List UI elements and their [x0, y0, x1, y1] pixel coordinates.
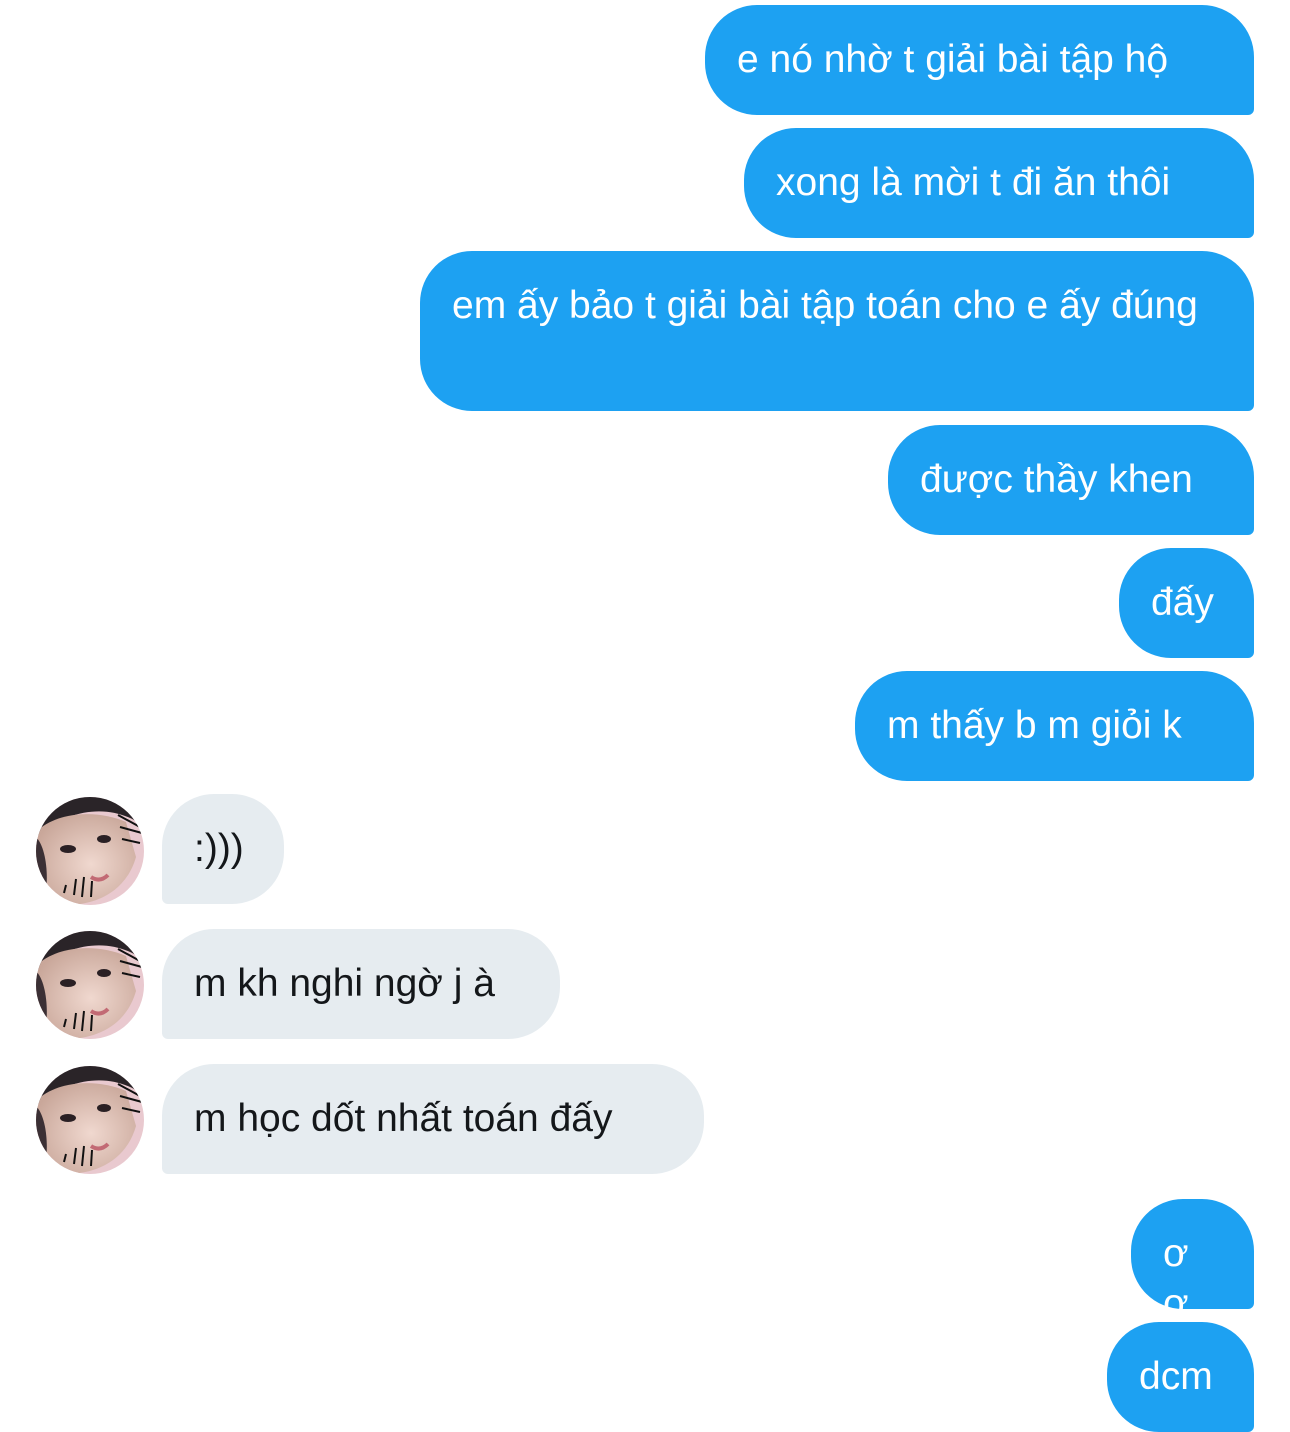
received-message[interactable]: :))) [162, 794, 284, 904]
avatar-photo-icon [36, 931, 144, 1039]
received-message[interactable]: m học dốt nhất toán đấy [162, 1064, 704, 1174]
avatar-photo-icon [36, 1066, 144, 1174]
sent-message[interactable]: em ấy bảo t giải bài tập toán cho e ấy đ… [420, 251, 1254, 411]
avatar[interactable] [36, 797, 144, 905]
avatar[interactable] [36, 1066, 144, 1174]
sent-message[interactable]: được thầy khen [888, 425, 1254, 535]
sent-message[interactable]: m thấy b m giỏi k [855, 671, 1254, 781]
avatar[interactable] [36, 931, 144, 1039]
sent-message[interactable]: đấy [1119, 548, 1254, 658]
received-message[interactable]: m kh nghi ngờ j à [162, 929, 560, 1039]
sent-message[interactable]: dcm [1107, 1322, 1254, 1432]
sent-message[interactable]: e nó nhờ t giải bài tập hộ [705, 5, 1254, 115]
sent-message[interactable]: ơ ơ [1131, 1199, 1254, 1325]
sent-message[interactable]: xong là mời t đi ăn thôi [744, 128, 1254, 238]
message-thread: e nó nhờ t giải bài tập hộ xong là mời t… [0, 0, 1290, 1432]
avatar-photo-icon [36, 797, 144, 905]
